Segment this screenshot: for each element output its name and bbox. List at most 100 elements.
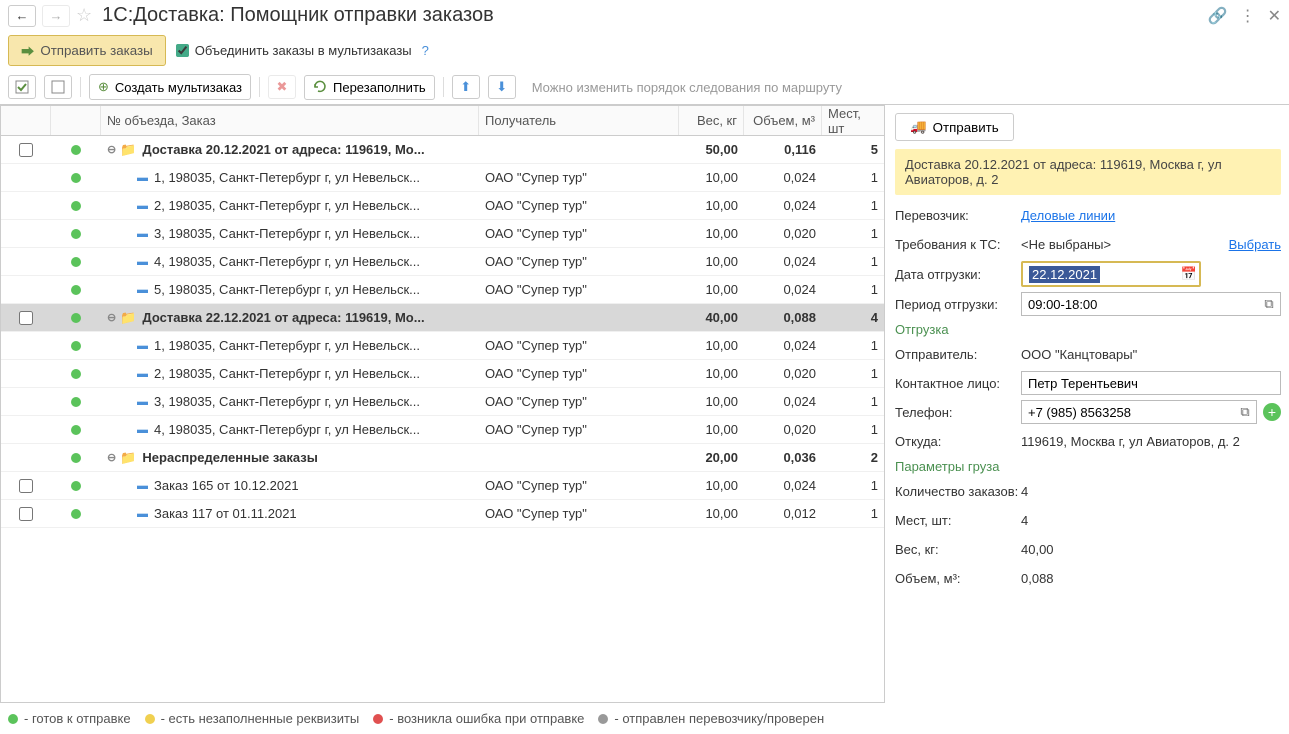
status-dot-icon: [71, 509, 81, 519]
table-row[interactable]: ▬ 2, 198035, Санкт-Петербург г, ул Невель…: [1, 360, 884, 388]
status-dot-icon: [71, 313, 81, 323]
item-icon: ▬: [137, 172, 148, 184]
calendar-icon[interactable]: 📅: [1181, 266, 1197, 282]
uncheck-all-button[interactable]: [44, 75, 72, 99]
row-text: 1, 198035, Санкт-Петербург г, ул Невельс…: [154, 338, 420, 353]
row-text: 3, 198035, Санкт-Петербург г, ул Невельс…: [154, 394, 420, 409]
folder-icon: 📁: [120, 450, 136, 466]
row-text: Доставка 22.12.2021 от адреса: 119619, М…: [142, 310, 424, 325]
status-dot-icon: [71, 341, 81, 351]
status-dot-icon: [71, 257, 81, 267]
dot-green-icon: [8, 714, 18, 724]
send-button[interactable]: 🚚 Отправить: [895, 113, 1014, 141]
close-icon[interactable]: ✕: [1268, 6, 1281, 26]
delete-button[interactable]: ✖: [268, 75, 296, 99]
move-up-button[interactable]: ⬆: [452, 75, 480, 99]
row-text: 2, 198035, Санкт-Петербург г, ул Невельс…: [154, 198, 420, 213]
row-text: Доставка 20.12.2021 от адреса: 119619, М…: [142, 142, 424, 157]
table-group-row[interactable]: ⊖ 📁 Доставка 20.12.2021 от адреса: 119619,…: [1, 136, 884, 164]
status-dot-icon: [71, 201, 81, 211]
item-icon: ▬: [137, 396, 148, 408]
row-text: 5, 198035, Санкт-Петербург г, ул Невельс…: [154, 282, 420, 297]
status-dot-icon: [71, 173, 81, 183]
expand-icon[interactable]: ⧉: [1259, 294, 1279, 314]
row-text: Заказ 117 от 01.11.2021: [154, 506, 297, 521]
table-row[interactable]: ▬1, 198035, Санкт-Петербург г, ул Невель…: [1, 164, 884, 192]
status-dot-icon: [71, 369, 81, 379]
move-down-button[interactable]: ⬇: [488, 75, 516, 99]
item-icon: ▬: [137, 480, 148, 492]
check-all-button[interactable]: [8, 75, 36, 99]
from-value: 119619, Москва г, ул Авиаторов, д. 2: [1021, 434, 1281, 449]
row-text: Нераспределенные заказы: [142, 450, 317, 465]
table-row[interactable]: ▬Заказ 117 от 01.11.2021ОАО "Супер тур"1…: [1, 500, 884, 528]
link-icon[interactable]: 🔗: [1208, 6, 1228, 26]
col-weight[interactable]: Вес, кг: [679, 106, 744, 135]
info-banner: Доставка 20.12.2021 от адреса: 119619, М…: [895, 149, 1281, 195]
arrow-up-icon: ⬆: [460, 79, 471, 95]
collapse-icon[interactable]: ⊖: [107, 311, 116, 324]
delete-icon: ✖: [277, 79, 288, 95]
create-multiorder-button[interactable]: ⊕ Создать мультизаказ: [89, 74, 251, 100]
col-recipient[interactable]: Получатель: [479, 106, 679, 135]
table-row[interactable]: ▬ 3, 198035, Санкт-Петербург г, ул Невель…: [1, 388, 884, 416]
item-icon: ▬: [137, 368, 148, 380]
contact-input[interactable]: [1021, 371, 1281, 395]
add-phone-button[interactable]: +: [1263, 403, 1281, 421]
ts-req-value: <Не выбраны>: [1021, 237, 1229, 252]
table-group-row[interactable]: ⊖📁Нераспределенные заказы20,000,0362: [1, 444, 884, 472]
send-orders-button[interactable]: ⮕ Отправить заказы: [8, 35, 166, 66]
col-volume[interactable]: Объем, м³: [744, 106, 822, 135]
sender-value: ООО "Канцтовары": [1021, 347, 1281, 362]
phone-input[interactable]: [1021, 400, 1257, 424]
table-row[interactable]: ▬5, 198035, Санкт-Петербург г, ул Невель…: [1, 276, 884, 304]
refill-button[interactable]: Перезаполнить: [304, 75, 435, 100]
row-text: 4, 198035, Санкт-Петербург г, ул Невельс…: [154, 422, 420, 437]
item-icon: ▬: [137, 508, 148, 520]
status-dot-icon: [71, 453, 81, 463]
table-row[interactable]: ▬1, 198035, Санкт-Петербург г, ул Невель…: [1, 332, 884, 360]
status-dot-icon: [71, 285, 81, 295]
table-header: № объезда, Заказ Получатель Вес, кг Объе…: [1, 106, 884, 136]
expand-icon[interactable]: ⧉: [1235, 402, 1255, 422]
plus-folder-icon: ⊕: [98, 79, 109, 95]
collapse-icon[interactable]: ⊖: [107, 451, 116, 464]
help-icon[interactable]: ?: [422, 43, 429, 58]
status-dot-icon: [71, 425, 81, 435]
table-row[interactable]: ▬Заказ 165 от 10.12.2021ОАО "Супер тур"1…: [1, 472, 884, 500]
row-text: 2, 198035, Санкт-Петербург г, ул Невельс…: [154, 366, 420, 381]
ts-select-link[interactable]: Выбрать: [1229, 237, 1281, 252]
ship-period-input[interactable]: [1021, 292, 1281, 316]
combine-orders-checkbox[interactable]: Объединить заказы в мультизаказы: [176, 43, 412, 58]
row-checkbox[interactable]: [19, 143, 33, 157]
favorite-icon[interactable]: ☆: [76, 5, 92, 26]
folder-icon: 📁: [120, 310, 136, 326]
item-icon: ▬: [137, 200, 148, 212]
send-icon: ⮕: [21, 41, 34, 60]
shipment-section: Отгрузка: [895, 322, 1281, 337]
table-group-row[interactable]: ⊖ 📁 Доставка 22.12.2021 от адреса: 119619,…: [1, 304, 884, 332]
kebab-menu-icon[interactable]: ⋮: [1240, 6, 1256, 26]
row-checkbox[interactable]: [19, 311, 33, 325]
collapse-icon[interactable]: ⊖: [107, 143, 116, 156]
carrier-link[interactable]: Деловые линии: [1021, 208, 1115, 223]
ship-date-input[interactable]: 22.12.2021 📅: [1021, 261, 1201, 287]
row-checkbox[interactable]: [19, 507, 33, 521]
arrow-down-icon: ⬇: [496, 79, 507, 95]
page-title: 1С:Доставка: Помощник отправки заказов: [102, 4, 494, 27]
item-icon: ▬: [137, 424, 148, 436]
table-row[interactable]: ▬ 2, 198035, Санкт-Петербург г, ул Невель…: [1, 192, 884, 220]
back-button[interactable]: ←: [8, 5, 36, 27]
row-text: 4, 198035, Санкт-Петербург г, ул Невельс…: [154, 254, 420, 269]
row-checkbox[interactable]: [19, 479, 33, 493]
status-dot-icon: [71, 397, 81, 407]
folder-icon: 📁: [120, 142, 136, 158]
forward-button[interactable]: →: [42, 5, 70, 27]
col-order[interactable]: № объезда, Заказ: [101, 106, 479, 135]
table-row[interactable]: ▬ 4, 198035, Санкт-Петербург г, ул Невель…: [1, 416, 884, 444]
table-row[interactable]: ▬3, 198035, Санкт-Петербург г, ул Невель…: [1, 220, 884, 248]
dot-yellow-icon: [145, 714, 155, 724]
col-places[interactable]: Мест, шт: [822, 106, 884, 135]
toolbar-hint: Можно изменить порядок следования по мар…: [532, 80, 842, 95]
table-row[interactable]: ▬4, 198035, Санкт-Петербург г, ул Невель…: [1, 248, 884, 276]
